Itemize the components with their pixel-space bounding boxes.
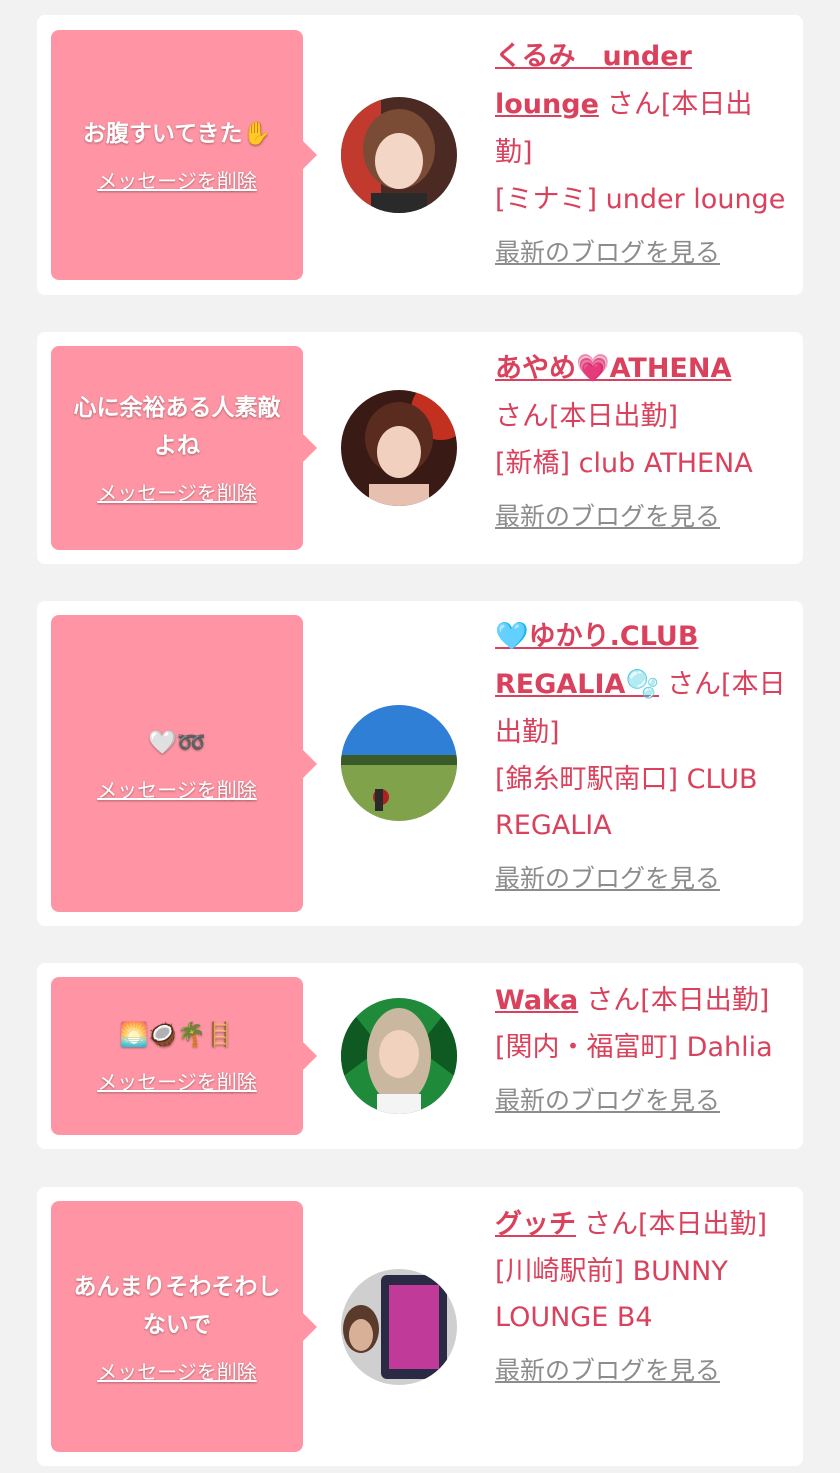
message-bubble: お腹すいてきた✋ メッセージを削除 — [51, 30, 317, 280]
view-blog-link[interactable]: 最新のブログを見る — [495, 1351, 787, 1391]
message-card: あんまりそわそわしないで メッセージを削除 グッチ さん[本日出勤] [川崎駅前]… — [37, 1187, 803, 1466]
delete-message-link[interactable]: メッセージを削除 — [97, 1068, 257, 1096]
cast-name-link[interactable]: あやめ💗ATHENA — [495, 353, 731, 384]
cast-info: 🩵ゆかり.CLUB REGALIA🫧 さん[本日出勤] [錦糸町駅南口] CLUB… — [495, 613, 787, 899]
view-blog-link[interactable]: 最新のブログを見る — [495, 233, 787, 273]
shop-name: [錦糸町駅南口] CLUB REGALIA — [495, 764, 758, 841]
cast-status: さん[本日出勤] — [586, 985, 770, 1016]
cast-info: くるみ under lounge さん[本日出勤] [ミナミ] under lou… — [495, 33, 787, 273]
message-card: 🌅🥥🌴🪜 メッセージを削除 Waka さん[本日出勤] [関内・福富町] Dahl… — [37, 963, 803, 1149]
delete-message-link[interactable]: メッセージを削除 — [97, 1358, 257, 1386]
delete-message-link[interactable]: メッセージを削除 — [97, 776, 257, 804]
message-bubble: あんまりそわそわしないで メッセージを削除 — [51, 1201, 317, 1452]
cast-name-link[interactable]: グッチ — [495, 1209, 576, 1240]
cast-info: Waka さん[本日出勤] [関内・福富町] Dahlia 最新のブログを見る — [495, 977, 787, 1121]
message-card: 🤍➿ メッセージを削除 🩵ゆかり.CLUB REGALIA🫧 さん[本日出勤] [… — [37, 601, 803, 926]
message-card: 心に余裕ある人素敵よね メッセージを削除 あやめ💗ATHENA さん[本日出勤]… — [37, 332, 803, 564]
avatar[interactable] — [341, 1269, 457, 1385]
delete-message-link[interactable]: メッセージを削除 — [97, 479, 257, 507]
avatar[interactable] — [341, 705, 457, 821]
shop-name: [川崎駅前] BUNNY LOUNGE B4 — [495, 1256, 728, 1333]
message-bubble: 🤍➿ メッセージを削除 — [51, 615, 317, 912]
avatar[interactable] — [341, 998, 457, 1114]
message-text: 🌅🥥🌴🪜 — [119, 1022, 235, 1048]
shop-name: [新橋] club ATHENA — [495, 448, 753, 479]
message-text: あんまりそわそわしないで — [73, 1273, 281, 1338]
delete-message-link[interactable]: メッセージを削除 — [97, 167, 257, 195]
message-text: 🤍➿ — [148, 729, 206, 756]
view-blog-link[interactable]: 最新のブログを見る — [495, 497, 787, 537]
shop-name: [ミナミ] under lounge — [495, 184, 786, 215]
view-blog-link[interactable]: 最新のブログを見る — [495, 1081, 787, 1121]
cast-status: さん[本日出勤] — [584, 1209, 768, 1240]
cast-status: さん[本日出勤] — [495, 401, 679, 432]
message-text: お腹すいてきた✋ — [82, 121, 272, 147]
shop-name: [関内・福富町] Dahlia — [495, 1032, 773, 1063]
message-text: 心に余裕ある人素敵よね — [73, 395, 281, 459]
message-bubble: 🌅🥥🌴🪜 メッセージを削除 — [51, 977, 317, 1135]
cast-name-link[interactable]: Waka — [495, 985, 578, 1016]
view-blog-link[interactable]: 最新のブログを見る — [495, 859, 787, 899]
avatar[interactable] — [341, 390, 457, 506]
cast-info: あやめ💗ATHENA さん[本日出勤] [新橋] club ATHENA 最新の… — [495, 345, 787, 537]
avatar[interactable] — [341, 97, 457, 213]
message-card: お腹すいてきた✋ メッセージを削除 くるみ under lounge さん[本日出… — [37, 15, 803, 295]
cast-info: グッチ さん[本日出勤] [川崎駅前] BUNNY LOUNGE B4 最新のブロ… — [495, 1201, 787, 1391]
message-bubble: 心に余裕ある人素敵よね メッセージを削除 — [51, 346, 317, 550]
